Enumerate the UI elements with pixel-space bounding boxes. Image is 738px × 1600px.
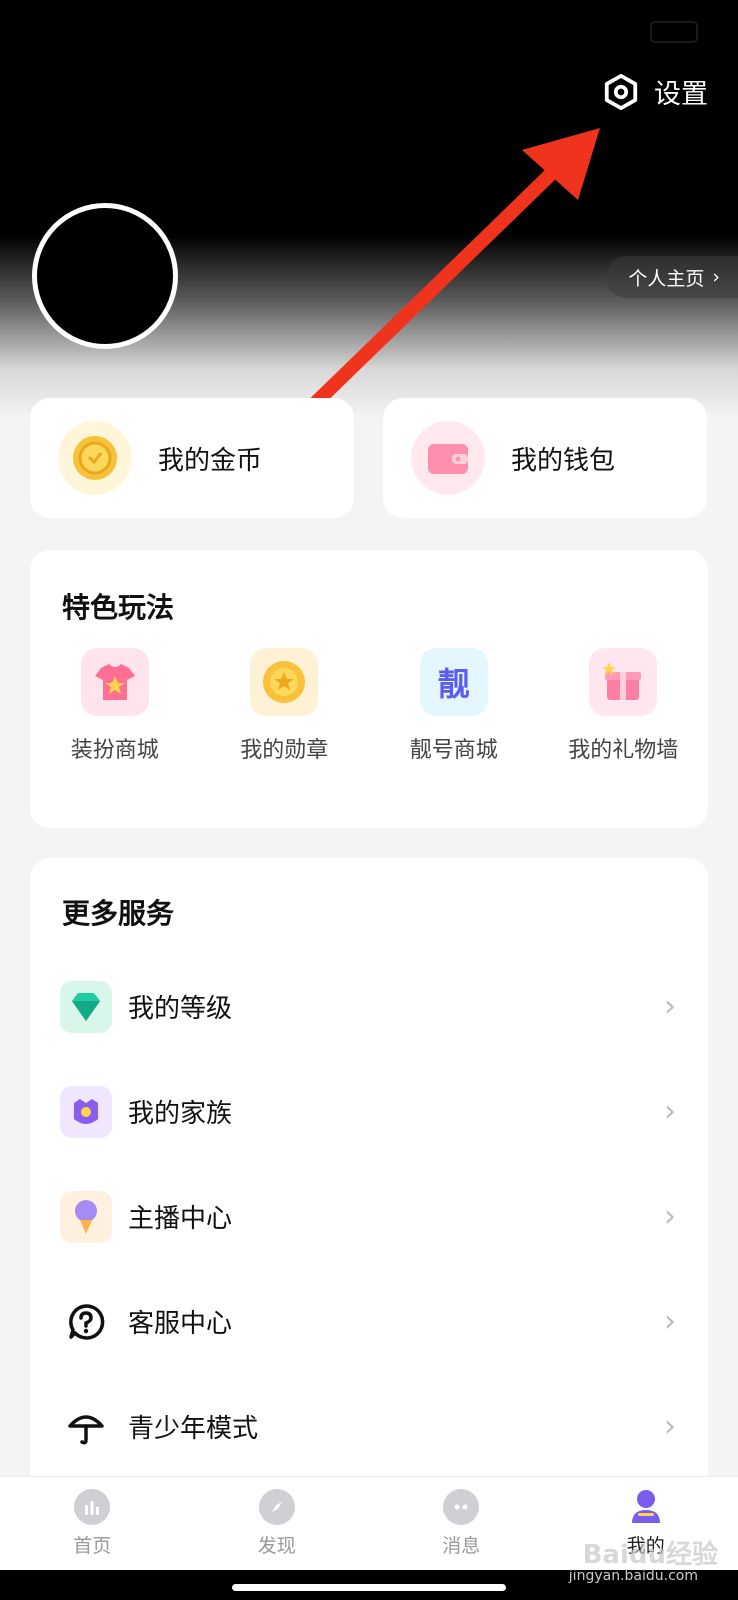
features-grid: 装扮商城 我的勋章 靓 靓号商城 我的礼物墙 [30,648,708,764]
service-label: 我的等级 [128,994,233,1024]
services-title: 更多服务 [62,897,175,930]
diamond-icon [60,980,112,1033]
hexagon-settings-icon [604,73,638,110]
tab-label: 首页 [73,1535,112,1557]
service-item-level[interactable]: 我的等级 › [30,954,708,1059]
service-label: 青少年模式 [128,1414,259,1444]
service-item-anchor-center[interactable]: 主播中心 › [30,1164,708,1269]
service-label: 我的家族 [128,1099,233,1129]
chevron-right-icon: › [664,1409,676,1444]
settings-button[interactable]: 设置 [602,72,708,111]
tab-label: 发现 [257,1535,296,1557]
tab-discover[interactable]: 发现 [185,1477,370,1570]
coin-icon [58,421,132,495]
avatar[interactable] [32,203,178,349]
help-icon [60,1296,112,1348]
my-coins-label: 我的金币 [158,445,263,476]
status-bar [0,14,738,50]
number-shop-icon: 靓 [419,648,488,716]
service-item-family[interactable]: 我的家族 › [30,1059,708,1164]
family-badge-icon [60,1085,112,1138]
status-icons [642,21,698,43]
feature-gift-wall[interactable]: 我的礼物墙 [539,648,709,764]
profile-link-label: 个人主页 [628,267,705,290]
chevron-right-icon: › [664,989,676,1024]
profile-page-link[interactable]: 个人主页 › [606,256,738,298]
service-list: 我的等级 › 我的家族 › 主播中心 › 客服中心 › 青少年模式 › [30,954,708,1479]
battery-icon [650,21,698,43]
chevron-right-icon: › [664,1094,676,1129]
service-label: 主播中心 [128,1204,233,1234]
my-wallet-label: 我的钱包 [511,445,616,476]
features-title: 特色玩法 [62,591,175,624]
medal-icon [250,648,319,716]
services-section: 更多服务 我的等级 › 我的家族 › 主播中心 › 客服中心 › 青少年模式 › [30,858,708,1498]
profile-icon [628,1489,664,1525]
wallet-icon [411,421,485,495]
feature-label: 我的礼物墙 [568,738,679,763]
dress-shop-icon [80,648,149,716]
watermark-logo: Baidu经验 [582,1540,718,1570]
feature-medal[interactable]: 我的勋章 [200,648,370,764]
chevron-right-icon: › [664,1199,676,1234]
service-item-teen-mode[interactable]: 青少年模式 › [30,1374,708,1479]
home-icon [74,1489,111,1525]
discover-icon [258,1489,295,1525]
my-coins-card[interactable]: 我的金币 [30,398,354,518]
service-label: 客服中心 [128,1309,233,1339]
microphone-icon [60,1190,112,1243]
tab-home[interactable]: 首页 [0,1477,185,1570]
tab-label: 消息 [442,1535,481,1557]
chevron-right-icon: › [664,1304,676,1339]
feature-label: 靓号商城 [409,738,498,763]
chevron-right-icon: › [712,266,720,288]
umbrella-icon [60,1401,112,1453]
feature-label: 装扮商城 [70,738,159,763]
settings-label: 设置 [654,79,708,110]
message-icon [443,1489,480,1525]
service-item-customer-service[interactable]: 客服中心 › [30,1269,708,1374]
feature-number-shop[interactable]: 靓 靓号商城 [369,648,539,764]
feature-dress-shop[interactable]: 装扮商城 [30,648,200,764]
gift-icon [589,648,658,716]
watermark-url: jingyan.baidu.com [568,1568,698,1584]
my-wallet-card[interactable]: 我的钱包 [383,398,707,518]
features-section: 特色玩法 装扮商城 我的勋章 靓 靓号商城 我的礼物墙 [30,550,708,828]
home-indicator[interactable] [232,1584,506,1591]
feature-label: 我的勋章 [240,738,329,763]
tab-messages[interactable]: 消息 [369,1477,554,1570]
